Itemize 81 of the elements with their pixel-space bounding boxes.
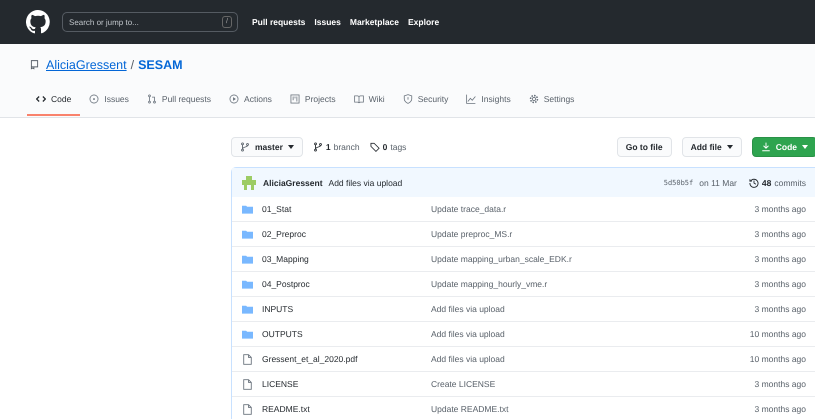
- commit-author-link[interactable]: AliciaGressent: [263, 178, 323, 188]
- file-icon: [242, 378, 253, 390]
- issue-icon: [89, 94, 100, 104]
- history-icon: [748, 178, 759, 188]
- commit-message-link[interactable]: Add files via upload: [431, 354, 750, 364]
- path-separator: /: [130, 58, 134, 72]
- folder-icon: [242, 328, 253, 340]
- caret-icon: [802, 145, 808, 149]
- commit-message-link[interactable]: Update mapping_urban_scale_EDK.r: [431, 254, 754, 264]
- file-name-link[interactable]: OUTPUTS: [262, 329, 431, 339]
- book-icon: [354, 94, 364, 104]
- graph-icon: [466, 94, 476, 104]
- avatar-icon: [241, 174, 257, 190]
- repo-tab[interactable]: Projects: [280, 91, 345, 116]
- folder-icon: [242, 204, 253, 214]
- file-name-link[interactable]: LICENSE: [262, 379, 431, 389]
- file-name-link[interactable]: 02_Preproc: [262, 229, 431, 239]
- branch-icon: [312, 142, 323, 152]
- commit-message-link[interactable]: Add files via upload: [328, 178, 402, 188]
- add-file-button[interactable]: Add file: [682, 137, 742, 157]
- project-board-icon: [290, 94, 300, 104]
- commit-message-link[interactable]: Update preproc_MS.r: [431, 229, 754, 239]
- repo-name-link[interactable]: SESAM: [138, 58, 183, 72]
- repo-tab[interactable]: Settings: [520, 91, 584, 116]
- file-name-link[interactable]: 04_Postproc: [262, 279, 431, 289]
- caret-icon: [726, 145, 733, 149]
- file-name-link[interactable]: 01_Stat: [262, 204, 431, 214]
- nav-link[interactable]: Issues: [314, 17, 341, 27]
- commit-age: 3 months ago: [754, 404, 806, 414]
- folder-icon: [242, 254, 253, 264]
- caret-icon: [288, 145, 294, 149]
- go-to-file-button[interactable]: Go to file: [616, 137, 672, 157]
- branch-icon: [240, 142, 250, 152]
- file-name-link[interactable]: 03_Mapping: [262, 254, 431, 264]
- commit-date: on 11 Mar: [699, 178, 737, 188]
- commits-link[interactable]: 48 commits: [748, 178, 806, 188]
- folder-icon: [242, 228, 253, 240]
- file-icon: [242, 404, 253, 414]
- commit-age: 3 months ago: [754, 204, 806, 214]
- pull-request-icon: [146, 94, 157, 104]
- branches-link[interactable]: 1 branch: [312, 142, 360, 152]
- repo-tab[interactable]: Actions: [220, 91, 281, 116]
- github-logo-icon[interactable]: [26, 10, 50, 34]
- commit-message-link[interactable]: Add files via upload: [431, 329, 750, 339]
- commit-age: 3 months ago: [754, 279, 806, 289]
- commit-age: 3 months ago: [754, 379, 806, 389]
- repo-tab[interactable]: Insights: [457, 91, 520, 116]
- code-icon: [36, 94, 46, 104]
- folder-icon: [242, 304, 253, 314]
- settings-icon: [528, 94, 539, 104]
- branch-select-button[interactable]: master: [231, 137, 303, 157]
- repo-tab[interactable]: Pull requests: [138, 91, 220, 116]
- file-icon: [242, 354, 253, 364]
- repo-icon: [30, 60, 39, 70]
- commit-age: 10 months ago: [750, 354, 806, 364]
- commit-age: 3 months ago: [754, 254, 806, 264]
- owner-link[interactable]: AliciaGressent: [46, 58, 127, 72]
- commit-message-link[interactable]: Update README.txt: [431, 404, 754, 414]
- file-name-link[interactable]: Gressent_et_al_2020.pdf: [262, 354, 431, 364]
- tags-link[interactable]: 0 tags: [370, 142, 406, 152]
- shield-icon: [402, 94, 413, 104]
- repo-tab[interactable]: Code: [27, 91, 80, 116]
- nav-link[interactable]: Pull requests: [252, 17, 306, 27]
- tag-icon: [370, 142, 380, 152]
- play-icon: [229, 94, 240, 104]
- download-icon: [760, 142, 771, 152]
- nav-link[interactable]: Marketplace: [350, 17, 399, 27]
- folder-icon: [242, 278, 253, 290]
- commit-age: 3 months ago: [754, 229, 806, 239]
- commit-age: 10 months ago: [750, 329, 806, 339]
- commit-message-link[interactable]: Update mapping_hourly_vme.r: [431, 279, 754, 289]
- file-name-link[interactable]: README.txt: [262, 404, 431, 414]
- commit-age: 3 months ago: [754, 304, 806, 314]
- repo-tab[interactable]: Issues: [80, 91, 138, 116]
- repo-tab[interactable]: Wiki: [344, 91, 394, 116]
- file-name-link[interactable]: INPUTS: [262, 304, 431, 314]
- commit-message-link[interactable]: Update trace_data.r: [431, 204, 754, 214]
- nav-link[interactable]: Explore: [408, 17, 440, 27]
- repo-tab[interactable]: Security: [394, 91, 458, 116]
- commit-message-link[interactable]: Create LICENSE: [431, 379, 754, 389]
- commit-message-link[interactable]: Add files via upload: [431, 304, 754, 314]
